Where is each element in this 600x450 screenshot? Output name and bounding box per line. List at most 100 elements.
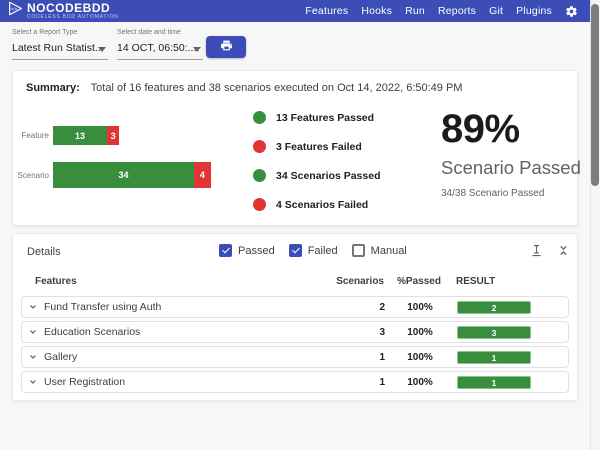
reports-page: </> NOCODEBDD CODELESS BDD AUTOMATION Fe… [0,0,600,450]
brand-logo[interactable]: </> NOCODEBDD CODELESS BDD AUTOMATION [8,1,119,21]
result-cell: 1 [457,373,535,391]
nav-item-plugins[interactable]: Plugins [516,5,552,17]
feature-row[interactable]: Gallery 1 100% 1 [21,346,569,368]
filter-checkbox-failed[interactable]: Failed [288,244,338,257]
checkbox-label: Failed [307,244,338,257]
result-bar: 1 [457,351,531,364]
datetime-select[interactable]: Select date and time 14 OCT, 06:50:... [117,29,203,60]
checkbox-icon [351,244,365,257]
feature-row[interactable]: User Registration 1 100% 1 [21,371,569,393]
details-filters: Passed Failed Manual [219,244,421,257]
scenario-count: 3 [379,326,385,338]
chevron-down-icon[interactable] [22,377,44,387]
summary-chart: Feature 13 3 Scenario 34 4 [15,126,211,188]
result-cell: 3 [457,323,535,341]
big-stat-sub: 34/38 Scenario Passed [441,188,545,199]
legend-label: 4 Scenarios Failed [276,198,369,211]
chart-bar-track: 34 4 [53,162,211,188]
col-result: RESULT [456,276,496,287]
legend-label: 3 Features Failed [276,140,362,153]
result-bar: 3 [457,326,531,339]
summary-legend: 13 Features Passed 3 Features Failed 34 Sc… [253,111,380,227]
details-title: Details [27,246,61,258]
nav-item-reports[interactable]: Reports [438,5,476,17]
result-cell: 1 [457,348,535,366]
brand-tagline: CODELESS BDD AUTOMATION [27,14,119,20]
main-nav: Features Hooks Run Reports Git Plugins [305,5,552,17]
legend-label: 34 Scenarios Passed [276,169,381,182]
legend-item: 13 Features Passed [253,111,380,124]
filter-checkbox-passed[interactable]: Passed [219,244,275,257]
chart-category-label: Scenario [17,170,49,180]
datetime-value: 14 OCT, 06:50:... [117,42,197,54]
legend-item: 4 Scenarios Failed [253,198,380,211]
nav-item-features[interactable]: Features [305,5,348,17]
big-stat: 89% Scenario Passed 34/38 Scenario Passe… [441,109,581,199]
feature-name: Education Scenarios [44,326,141,338]
percent-passed: 100% [407,376,433,388]
chart-segment-failed: 3 [106,126,120,145]
nav-item-hooks[interactable]: Hooks [361,5,392,17]
report-type-select[interactable]: Select a Report Type Latest Run Statist.… [12,29,108,60]
result-bar: 2 [457,301,531,314]
chart-segment-failed: 4 [194,162,211,188]
checkbox-label: Passed [238,244,275,257]
chart-bar-track: 13 3 [53,126,120,145]
checkbox-label: Manual [370,244,407,257]
chevron-down-icon[interactable] [22,327,44,337]
scrollbar-thumb[interactable] [591,4,599,186]
result-cell: 2 [457,298,535,316]
scenario-count: 1 [379,351,385,363]
scenario-count: 2 [379,301,385,313]
report-type-label: Select a Report Type [12,29,78,36]
checkbox-icon [219,244,232,257]
datetime-label: Select date and time [117,29,181,36]
nav-item-git[interactable]: Git [489,5,503,17]
chart-segment-passed: 34 [53,162,195,188]
vertical-align-bottom-icon[interactable] [530,244,543,257]
percent-passed: 100% [407,301,433,313]
scenario-count: 1 [379,376,385,388]
big-stat-percent: 89% [441,107,520,151]
top-navbar: </> NOCODEBDD CODELESS BDD AUTOMATION Fe… [0,0,600,22]
brand-name: NOCODEBDD [27,1,111,15]
col-features: Features [35,276,77,287]
svg-text:</>: </> [11,6,18,11]
scrollbar-track[interactable] [590,0,600,450]
caret-down-icon [98,47,106,52]
filter-checkbox-manual[interactable]: Manual [351,244,407,257]
legend-item: 34 Scenarios Passed [253,169,380,182]
unfold-less-icon[interactable] [558,244,569,257]
big-stat-label: Scenario Passed [441,157,581,178]
col-scenarios: Scenarios [336,276,384,287]
col-percent-passed: %Passed [397,276,441,287]
chart-bar-row: Feature 13 3 [15,126,211,145]
feature-row[interactable]: Education Scenarios 3 100% 3 [21,321,569,343]
chart-bar-row: Scenario 34 4 [15,162,211,188]
result-bar: 1 [457,376,531,389]
print-button[interactable] [206,36,246,58]
legend-item: 3 Features Failed [253,140,380,153]
summary-text: Total of 16 features and 38 scenarios ex… [90,82,463,94]
details-card: Details Passed Failed Manual Features Scen… [12,233,578,401]
summary-card: Summary: Total of 16 features and 38 sce… [12,70,581,227]
chart-category-label: Feature [21,131,49,140]
percent-passed: 100% [407,326,433,338]
chart-segment-passed: 13 [53,126,107,145]
details-header: Details Passed Failed Manual [13,234,577,268]
legend-label: 13 Features Passed [276,111,375,124]
settings-gear-icon[interactable] [565,5,578,18]
feature-name: Fund Transfer using Auth [44,301,162,313]
table-header: Features Scenarios %Passed RESULT [21,276,571,287]
feature-row[interactable]: Fund Transfer using Auth 2 100% 2 [21,296,569,318]
chevron-down-icon[interactable] [22,302,44,312]
chevron-down-icon[interactable] [22,352,44,362]
percent-passed: 100% [407,351,433,363]
feature-name: User Registration [44,376,126,388]
legend-dot [253,169,266,182]
legend-dot [253,111,266,124]
checkbox-icon [288,244,302,257]
legend-dot [253,140,266,153]
nav-item-run[interactable]: Run [405,5,425,17]
report-filter-bar: Select a Report Type Latest Run Statist.… [0,22,600,66]
